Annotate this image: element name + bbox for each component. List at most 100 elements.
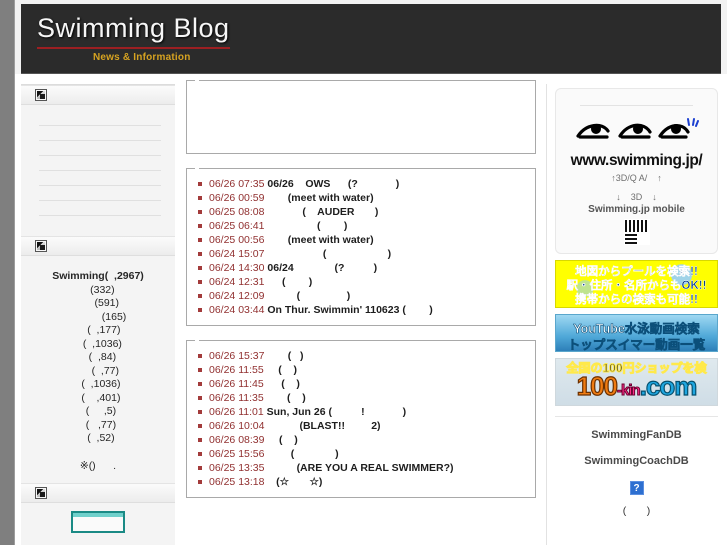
list-item[interactable]: 06/25 08:08 ( AUDER ) bbox=[197, 205, 529, 219]
sidebar-stat-row[interactable]: ( ,52) bbox=[27, 432, 169, 446]
entry-text: ( AUDER ) bbox=[267, 206, 379, 218]
news-panel-1: 06/26 07:35 06/26 OWS (? ) 06/26 00:59 (… bbox=[186, 168, 536, 326]
sidebar-stat-row[interactable]: (165) bbox=[27, 311, 169, 325]
entry-time: 06/26 10:04 bbox=[209, 420, 265, 432]
sidebar-widget-3-header bbox=[21, 483, 175, 503]
list-item[interactable]: 06/24 12:31 ( ) bbox=[197, 275, 529, 289]
entry-time: 06/25 15:56 bbox=[209, 448, 265, 460]
entry-text: ( ) bbox=[267, 248, 392, 260]
list-item[interactable]: 06/26 15:37 ( ) bbox=[197, 349, 529, 363]
qr-code-icon[interactable] bbox=[623, 219, 650, 245]
main-content: 06/26 07:35 06/26 OWS (? ) 06/26 00:59 (… bbox=[176, 80, 546, 545]
hyakkin-shop-banner[interactable]: 全国の100円ショップを検 100-kin.com bbox=[555, 358, 718, 406]
sidebar-note: ※() . bbox=[79, 459, 117, 472]
left-sidebar: Swimming( ,2967) (332) (591) (165) ( ,17… bbox=[21, 84, 175, 545]
entry-time: 06/26 00:59 bbox=[209, 192, 265, 204]
list-item[interactable]: 06/26 07:35 06/26 OWS (? ) bbox=[197, 177, 529, 191]
entry-time: 06/24 15:07 bbox=[209, 248, 265, 260]
list-item[interactable]: 06/25 00:56 (meet with water) bbox=[197, 233, 529, 247]
sidebar-stat-row[interactable]: ( ,1036) bbox=[27, 378, 169, 392]
list-item[interactable]: 06/26 11:35 ( ) bbox=[197, 391, 529, 405]
sidebar-stat-row[interactable]: Swimming( ,2967) bbox=[27, 270, 169, 284]
entry-text: ( ) bbox=[266, 392, 306, 404]
entry-time: 06/25 08:08 bbox=[209, 206, 265, 218]
list-item[interactable]: 06/24 14:30 06/24 (? ) bbox=[197, 261, 529, 275]
entry-title: On Thur. Swimmin' 110623 bbox=[267, 304, 400, 316]
swimmingcoachdb-link[interactable]: SwimmingCoachDB bbox=[555, 455, 718, 467]
entry-text: ( ! ) bbox=[325, 406, 407, 418]
entry-text: ( ) bbox=[267, 290, 351, 302]
entry-text: ( ) bbox=[267, 350, 304, 362]
list-item[interactable]: 06/26 00:59 (meet with water) bbox=[197, 191, 529, 205]
sidebar-widget-1-header bbox=[21, 85, 175, 105]
youtube-swim-video-banner[interactable]: YouTube水泳動画検索 トップスイマー動画一覧 bbox=[555, 314, 718, 352]
entry-text: ( ) bbox=[266, 378, 300, 390]
entry-time: 06/26 07:35 bbox=[209, 178, 265, 190]
list-item[interactable]: 06/24 15:07 ( ) bbox=[197, 247, 529, 261]
sidebar-stat-row[interactable]: ( ,77) bbox=[27, 365, 169, 379]
blank-row bbox=[39, 155, 161, 156]
entry-time: 06/24 14:30 bbox=[209, 262, 265, 274]
list-item[interactable]: 06/24 12:09 ( ) bbox=[197, 289, 529, 303]
entry-time: 06/26 11:01 bbox=[209, 406, 264, 418]
entry-title: Sun, Jun 26 bbox=[266, 406, 326, 418]
list-item[interactable]: 06/26 10:04 (BLAST!! 2) bbox=[197, 419, 529, 433]
list-item[interactable]: 06/25 13:35 (ARE YOU A REAL SWIMMER?) bbox=[197, 461, 529, 475]
ranking-badge[interactable] bbox=[71, 511, 125, 533]
entry-time: 06/26 11:35 bbox=[209, 392, 264, 404]
swimmingjp-card: www.swimming.jp/ ↑3D/Q A/ ↑ ↓ 3D ↓ Swimm… bbox=[555, 88, 718, 254]
swimmer-logo-icon[interactable] bbox=[562, 116, 711, 156]
sidebar-stat-row[interactable]: ( ,77) bbox=[27, 419, 169, 433]
list-item[interactable]: 06/26 11:55 ( ) bbox=[197, 363, 529, 377]
blank-row bbox=[39, 170, 161, 171]
sidebar-stat-row[interactable]: (332) bbox=[27, 284, 169, 298]
entry-time: 06/25 13:18 bbox=[209, 476, 265, 488]
banner-logo: 100-kin.com bbox=[556, 370, 717, 402]
news-panel-2: 06/26 15:37 ( ) 06/26 11:55 ( ) 06/26 11… bbox=[186, 340, 536, 498]
entry-text: ( ) bbox=[267, 220, 348, 232]
sidebar-stat-row[interactable]: (591) bbox=[27, 297, 169, 311]
db-links: SwimmingFanDB SwimmingCoachDB ? ( ) bbox=[555, 416, 718, 517]
swimmingfandb-link[interactable]: SwimmingFanDB bbox=[555, 429, 718, 441]
broken-image-icon bbox=[35, 89, 47, 101]
list-item[interactable]: 06/26 11:45 ( ) bbox=[197, 377, 529, 391]
sidebar-stat-row[interactable]: ( ,5) bbox=[27, 405, 169, 419]
right-sidebar-caption: ( ) bbox=[622, 505, 651, 517]
blank-row bbox=[39, 185, 161, 186]
entry-text: ( ) bbox=[267, 434, 298, 446]
list-item[interactable]: 06/26 08:39 ( ) bbox=[197, 433, 529, 447]
entry-text: (meet with water) bbox=[267, 234, 374, 246]
sidebar-widget-3-body bbox=[21, 503, 175, 539]
entry-text: OWS (? ) bbox=[293, 178, 400, 190]
list-item[interactable]: 06/25 15:56 ( ) bbox=[197, 447, 529, 461]
entry-time: 06/25 00:56 bbox=[209, 234, 265, 246]
sidebar-widget-2-body: Swimming( ,2967) (332) (591) (165) ( ,17… bbox=[21, 256, 175, 483]
list-item[interactable]: 06/25 06:41 ( ) bbox=[197, 219, 529, 233]
entry-text: (☆ ☆) bbox=[267, 476, 323, 488]
broken-image-icon[interactable]: ? bbox=[629, 481, 644, 495]
pool-map-search-banner[interactable]: 地図からプールを検索!! 駅・住所・名所からもOK!! 携帯からの検索も可能!! bbox=[555, 260, 718, 308]
entry-time: 06/25 06:41 bbox=[209, 220, 265, 232]
news-list-2: 06/26 15:37 ( ) 06/26 11:55 ( ) 06/26 11… bbox=[193, 347, 529, 489]
broken-image-icon bbox=[35, 487, 47, 499]
list-item[interactable]: 06/26 11:01 Sun, Jun 26 ( ! ) bbox=[197, 405, 529, 419]
entry-time: 06/25 13:35 bbox=[209, 462, 265, 474]
entry-text: ( ) bbox=[267, 276, 313, 288]
page-title: Swimming Blog bbox=[37, 12, 230, 49]
sidebar-stat-row[interactable]: ( ,177) bbox=[27, 324, 169, 338]
site-subtitle: News & Information bbox=[93, 52, 191, 63]
entry-text: (meet with water) bbox=[267, 192, 374, 204]
banner-logo-com: .com bbox=[639, 370, 698, 401]
blank-row bbox=[39, 125, 161, 126]
empty-panel-body bbox=[193, 87, 529, 145]
empty-panel bbox=[186, 80, 536, 154]
entry-time: 06/26 15:37 bbox=[209, 350, 265, 362]
site-shell: Swimming Blog News & Information Swimmin… bbox=[14, 0, 727, 545]
site-header: Swimming Blog News & Information bbox=[21, 4, 721, 74]
banner-line: 携帯からの検索も可能!! bbox=[575, 294, 698, 306]
sidebar-stat-row[interactable]: ( ,1036) bbox=[27, 338, 169, 352]
sidebar-stat-row[interactable]: ( ,401) bbox=[27, 392, 169, 406]
sidebar-stat-row[interactable]: ( ,84) bbox=[27, 351, 169, 365]
list-item[interactable]: 06/25 13:18 (☆ ☆) bbox=[197, 475, 529, 489]
list-item[interactable]: 06/24 03:44 On Thur. Swimmin' 110623 ( ) bbox=[197, 303, 529, 317]
